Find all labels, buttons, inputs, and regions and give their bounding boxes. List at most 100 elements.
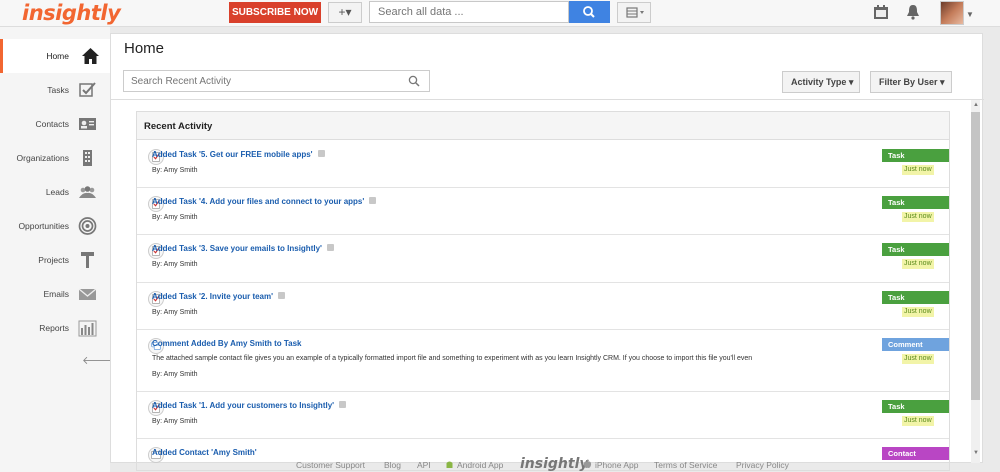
activity-time: Just now <box>902 307 934 317</box>
recent-activity-panel: Recent Activity Added Task '5. Get our F… <box>136 111 950 471</box>
search-recent-activity-input[interactable] <box>123 70 430 92</box>
notifications-bell-icon[interactable] <box>905 4 921 20</box>
tasks-icon <box>79 82 96 97</box>
sidebar-item-tasks[interactable]: Tasks <box>0 73 110 107</box>
leads-icon <box>79 186 96 198</box>
activity-author: By: Amy Smith <box>152 214 198 221</box>
footer-link-api[interactable]: API <box>417 460 431 470</box>
lock-icon <box>317 150 325 158</box>
list-item[interactable]: Added Task '1. Add your customers to Ins… <box>137 392 949 439</box>
footer-insightly-logo: insightly <box>520 456 589 472</box>
search-button[interactable] <box>569 1 610 23</box>
sidebar-item-label: Leads <box>45 187 69 197</box>
lock-icon <box>339 401 347 409</box>
sidebar-item-contacts[interactable]: Contacts <box>0 107 110 141</box>
sidebar-item-opportunities[interactable]: Opportunities <box>0 209 110 243</box>
activity-type-badge: Task <box>882 149 949 162</box>
activity-time: Just now <box>902 212 934 222</box>
activity-title-link[interactable]: Added Task '1. Add your customers to Ins… <box>152 401 347 410</box>
activity-author: By: Amy Smith <box>152 309 198 316</box>
activity-time: Just now <box>902 354 934 364</box>
activity-author: By: Amy Smith <box>152 371 198 378</box>
sidebar-item-reports[interactable]: Reports <box>0 311 110 345</box>
calendar-icon[interactable] <box>873 4 889 20</box>
sidebar-item-label: Emails <box>43 289 69 299</box>
sidebar-item-organizations[interactable]: Organizations <box>0 141 110 175</box>
activity-author: By: Amy Smith <box>152 167 198 174</box>
list-item[interactable]: Comment Added By Amy Smith to Task The a… <box>137 330 949 392</box>
search-icon <box>583 6 595 18</box>
sidebar-item-leads[interactable]: Leads <box>0 175 110 209</box>
subscribe-now-button[interactable]: SUBSCRIBE NOW <box>229 2 321 23</box>
lock-icon <box>278 292 286 300</box>
footer-link-iphone-app[interactable]: iPhone App <box>595 460 638 470</box>
activity-type-badge: Task <box>882 291 949 304</box>
activity-scrollbar[interactable]: ▲ ▼ <box>971 100 980 463</box>
activity-type-badge: Task <box>882 196 949 209</box>
collapse-sidebar-arrow-icon[interactable]: 🡐 <box>82 353 112 367</box>
activity-time: Just now <box>902 259 934 269</box>
opportunities-target-icon <box>78 217 97 235</box>
activity-title-link[interactable]: Added Task '5. Get our FREE mobile apps' <box>152 150 325 159</box>
apple-icon <box>583 459 592 469</box>
activity-time: Just now <box>902 165 934 175</box>
activity-author: By: Amy Smith <box>152 261 198 268</box>
activity-type-badge: Comment <box>882 338 949 351</box>
list-item[interactable]: Added Task '2. Invite your team' By: Amy… <box>137 283 949 330</box>
sidebar-item-home[interactable]: Home <box>0 39 110 73</box>
search-icon[interactable] <box>408 75 420 87</box>
scroll-up-arrow-icon[interactable]: ▲ <box>973 102 979 108</box>
list-item[interactable]: Added Task '4. Add your files and connec… <box>137 188 949 235</box>
projects-hammer-icon <box>81 252 94 268</box>
filter-by-user-dropdown[interactable]: Filter By User ▾ <box>870 71 952 93</box>
sidebar-item-label: Opportunities <box>18 221 69 231</box>
footer: Customer Support Blog API Android App in… <box>0 455 1000 472</box>
chevron-down-icon[interactable]: ▼ <box>966 10 974 19</box>
sidebar-item-emails[interactable]: Emails <box>0 277 110 311</box>
lock-icon <box>369 197 377 205</box>
activity-type-badge: Task <box>882 243 949 256</box>
sidebar-item-label: Tasks <box>47 85 69 95</box>
sidebar-item-label: Contacts <box>35 119 69 129</box>
footer-link-terms-of-service[interactable]: Terms of Service <box>654 460 717 470</box>
footer-link-blog[interactable]: Blog <box>384 460 401 470</box>
home-icon <box>82 48 99 64</box>
android-icon <box>446 461 453 468</box>
emails-envelope-icon <box>78 288 97 300</box>
activity-title-link[interactable]: Comment Added By Amy Smith to Task <box>152 339 302 348</box>
activity-title-link[interactable]: Added Task '4. Add your files and connec… <box>152 197 377 206</box>
reports-chart-icon <box>78 320 97 337</box>
top-bar: insightly SUBSCRIBE NOW +▾ ▼ <box>0 0 1000 27</box>
grid-icon <box>626 7 644 18</box>
list-item[interactable]: Added Task '5. Get our FREE mobile apps'… <box>137 141 949 188</box>
footer-link-customer-support[interactable]: Customer Support <box>296 460 365 470</box>
contacts-icon <box>79 118 96 130</box>
recent-activity-header: Recent Activity <box>137 112 949 140</box>
footer-link-privacy-policy[interactable]: Privacy Policy <box>736 460 789 470</box>
activity-time: Just now <box>902 416 934 426</box>
activity-title-link[interactable]: Added Task '3. Save your emails to Insig… <box>152 244 334 253</box>
main-panel: Home Activity Type ▾ Filter By User ▾ Re… <box>110 33 984 471</box>
sidebar-item-label: Organizations <box>16 153 69 163</box>
page-title: Home <box>124 40 165 57</box>
activity-author: By: Amy Smith <box>152 418 198 425</box>
sidebar: Home Tasks Contacts Organizations Leads … <box>0 27 112 472</box>
activity-title-link[interactable]: Added Task '2. Invite your team' <box>152 292 286 301</box>
sidebar-item-label: Home <box>46 51 69 61</box>
organizations-icon <box>83 150 92 166</box>
scrollbar-thumb[interactable] <box>971 112 980 400</box>
activity-type-dropdown[interactable]: Activity Type ▾ <box>782 71 860 93</box>
apps-menu-button[interactable] <box>617 2 651 23</box>
activity-type-badge: Task <box>882 400 949 413</box>
footer-link-android-app[interactable]: Android App <box>457 460 503 470</box>
user-avatar[interactable] <box>940 1 964 25</box>
add-new-button[interactable]: +▾ <box>328 2 362 23</box>
insightly-logo[interactable]: insightly <box>22 0 121 26</box>
sidebar-item-label: Projects <box>38 255 69 265</box>
sidebar-item-label: Reports <box>39 323 69 333</box>
lock-icon <box>326 244 334 252</box>
sidebar-item-projects[interactable]: Projects <box>0 243 110 277</box>
list-item[interactable]: Added Task '3. Save your emails to Insig… <box>137 235 949 283</box>
search-all-data-input[interactable] <box>369 1 569 23</box>
activity-description: The attached sample contact file gives y… <box>152 355 753 362</box>
